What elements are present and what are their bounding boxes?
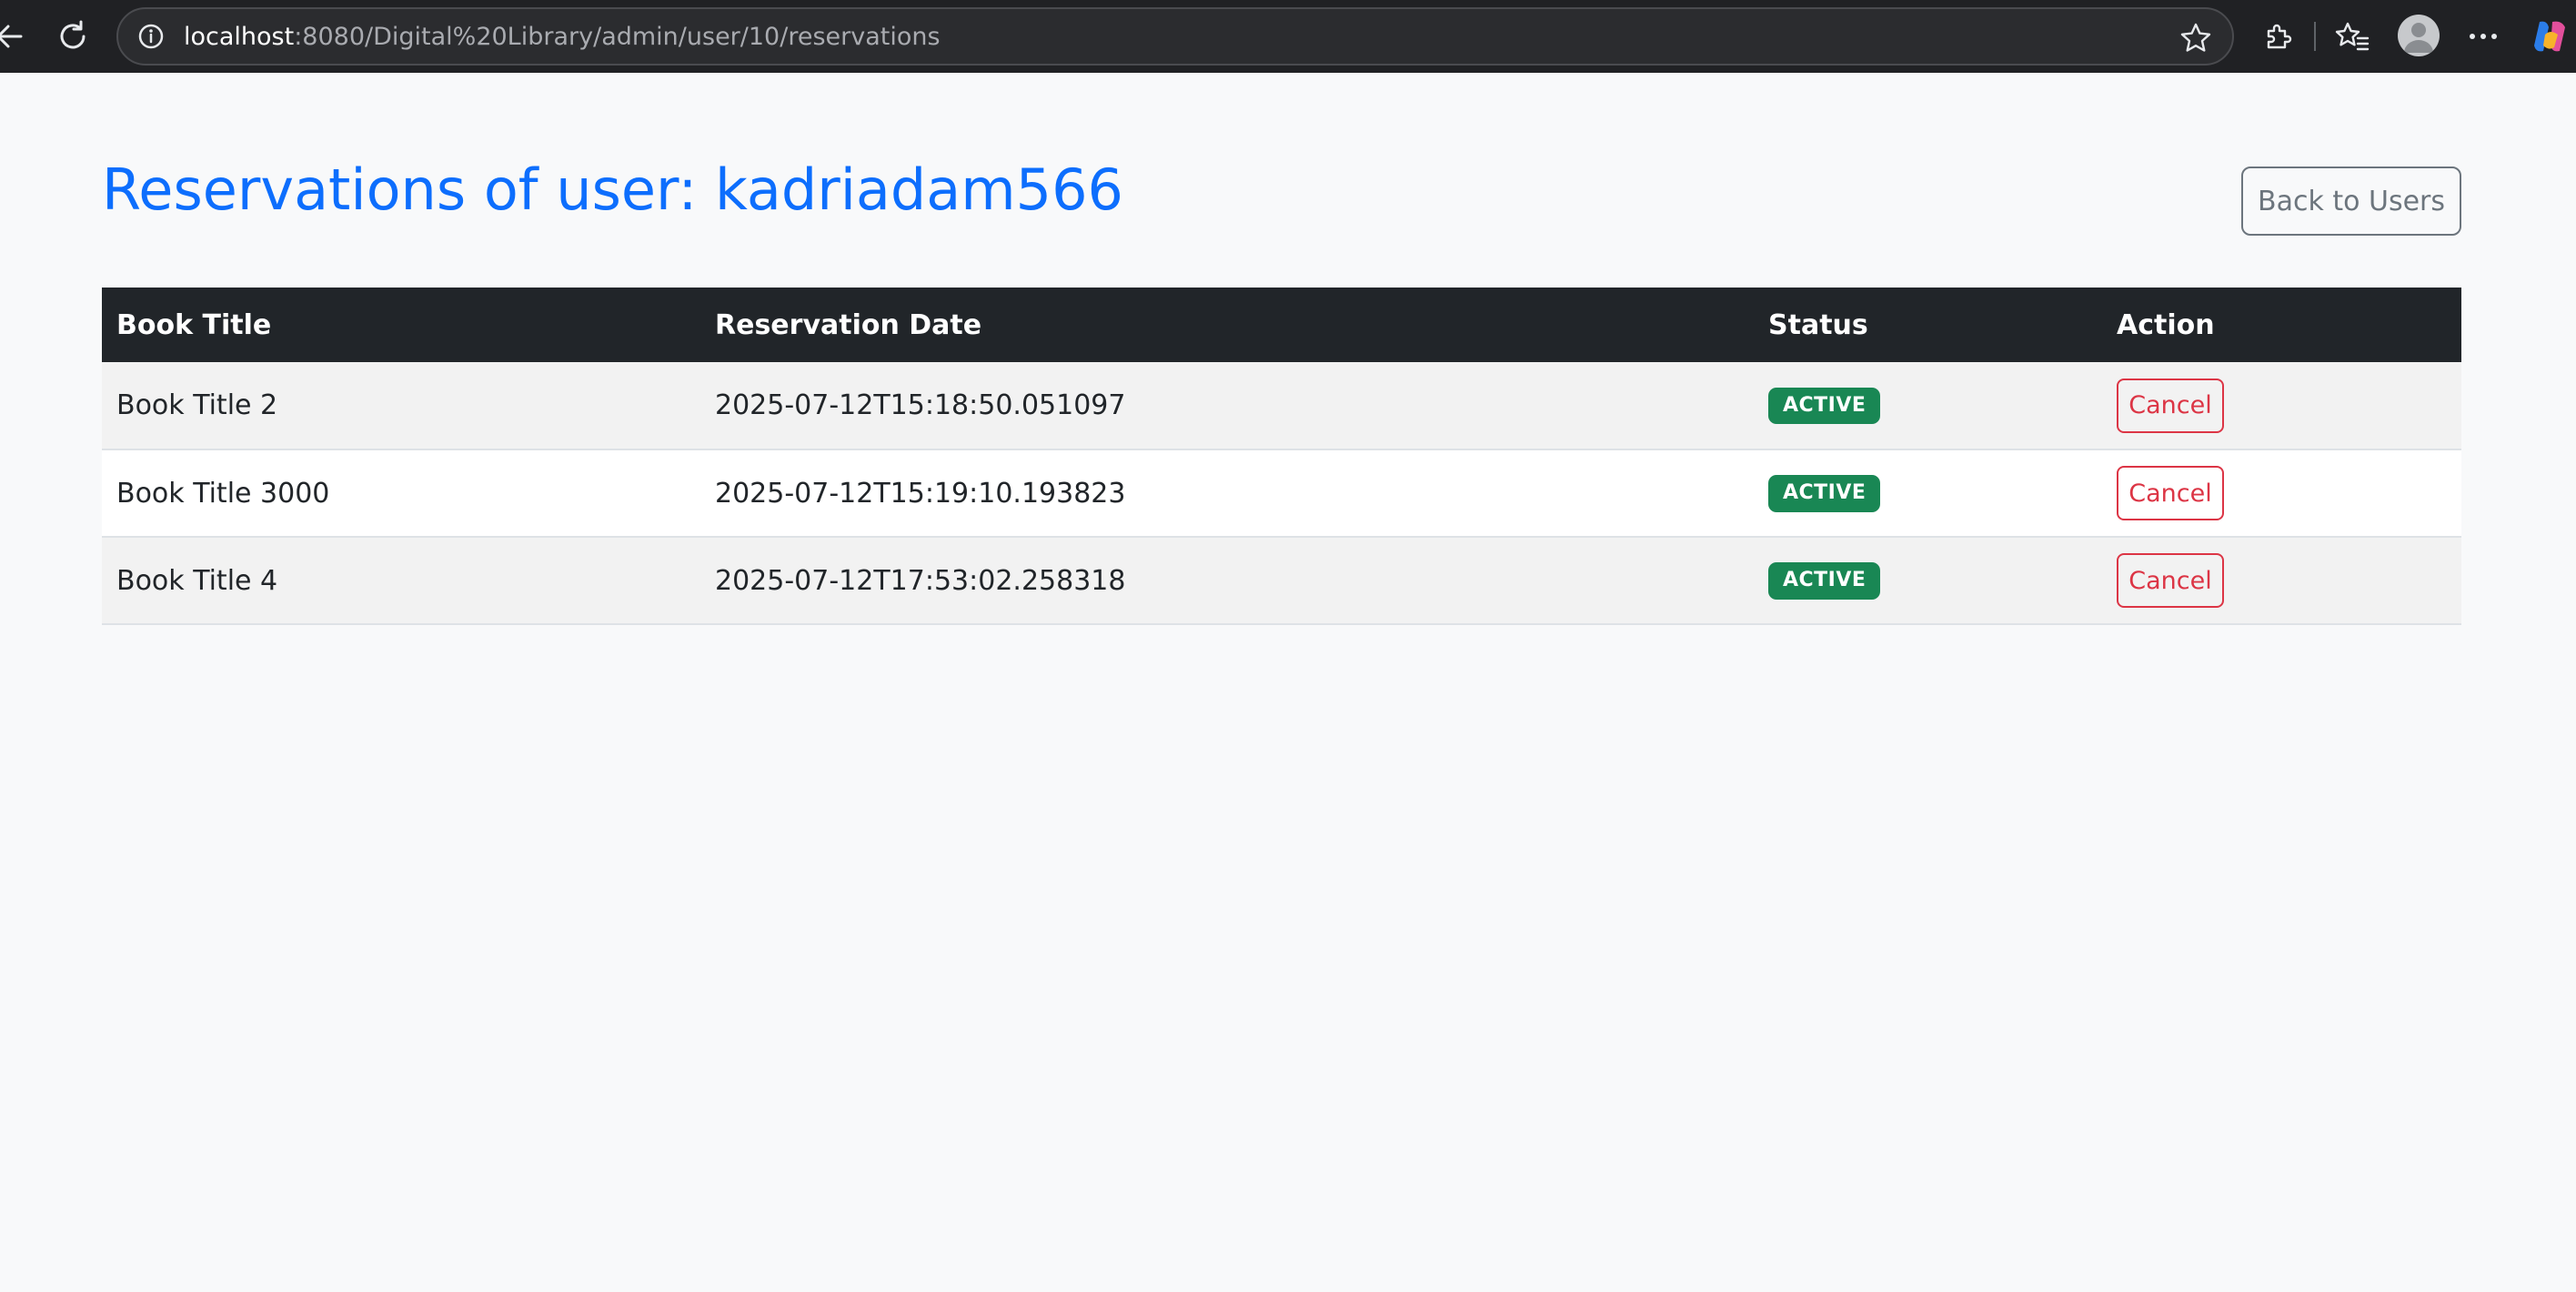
page-title: Reservations of user: kadriadam566: [102, 156, 1123, 223]
url-path: :8080/Digital%20Library/admin/user/10/re…: [294, 22, 941, 51]
header-book-title: Book Title: [102, 288, 700, 362]
back-to-users-button[interactable]: Back to Users: [2241, 167, 2461, 236]
status-badge: ACTIVE: [1768, 387, 1881, 425]
table-header-row: Book Title Reservation Date Status Actio…: [102, 288, 2461, 362]
reload-icon[interactable]: [51, 15, 95, 58]
reservation-date-cell: 2025-07-12T17:53:02.258318: [700, 537, 1754, 625]
table-row: Book Title 3000 2025-07-12T15:19:10.1938…: [102, 449, 2461, 538]
extensions-icon[interactable]: [2256, 15, 2299, 58]
table-row: Book Title 4 2025-07-12T17:53:02.258318 …: [102, 537, 2461, 625]
table-row: Book Title 2 2025-07-12T15:18:50.051097 …: [102, 362, 2461, 450]
copilot-icon[interactable]: [2531, 16, 2571, 56]
back-arrow-icon[interactable]: [0, 15, 31, 58]
book-title-cell: Book Title 2: [102, 362, 700, 450]
info-icon[interactable]: [135, 20, 167, 53]
url-text[interactable]: localhost:8080/Digital%20Library/admin/u…: [184, 23, 941, 51]
book-title-cell: Book Title 3000: [102, 449, 700, 538]
header-status: Status: [1754, 288, 2102, 362]
profile-avatar-icon[interactable]: [2398, 15, 2440, 56]
reservation-date-cell: 2025-07-12T15:19:10.193823: [700, 449, 1754, 538]
status-cell: ACTIVE: [1754, 537, 2102, 625]
book-title-cell: Book Title 4: [102, 537, 700, 625]
browser-toolbar: localhost:8080/Digital%20Library/admin/u…: [0, 0, 2576, 73]
address-bar[interactable]: localhost:8080/Digital%20Library/admin/u…: [116, 7, 2234, 66]
favorites-icon[interactable]: [2330, 15, 2374, 58]
toolbar-separator: [2314, 22, 2316, 51]
cancel-button[interactable]: Cancel: [2117, 553, 2224, 608]
cancel-button[interactable]: Cancel: [2117, 378, 2224, 433]
header-action: Action: [2102, 288, 2461, 362]
action-cell: Cancel: [2102, 362, 2461, 450]
cancel-button[interactable]: Cancel: [2117, 466, 2224, 520]
action-cell: Cancel: [2102, 449, 2461, 538]
status-cell: ACTIVE: [1754, 362, 2102, 450]
header-reservation-date: Reservation Date: [700, 288, 1754, 362]
status-badge: ACTIVE: [1768, 475, 1881, 512]
reservation-date-cell: 2025-07-12T15:18:50.051097: [700, 362, 1754, 450]
status-cell: ACTIVE: [1754, 449, 2102, 538]
more-icon[interactable]: [2461, 15, 2505, 58]
reservations-table: Book Title Reservation Date Status Actio…: [102, 288, 2461, 625]
status-badge: ACTIVE: [1768, 562, 1881, 600]
star-icon[interactable]: [2178, 20, 2214, 56]
action-cell: Cancel: [2102, 537, 2461, 625]
url-host: localhost: [184, 22, 295, 51]
